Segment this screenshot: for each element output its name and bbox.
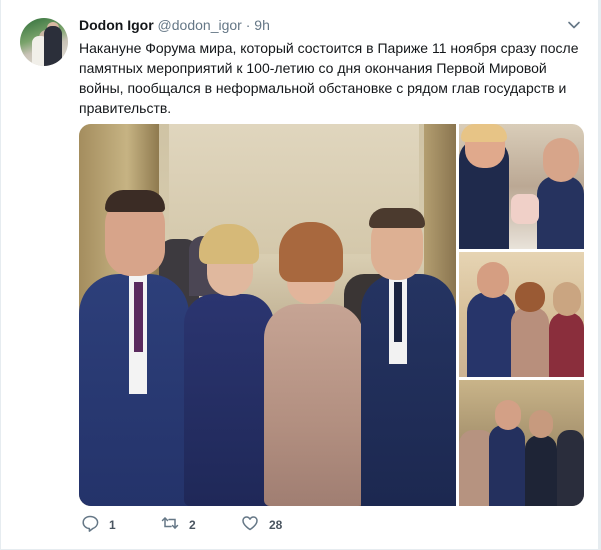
tweet-header: Dodon Igor @dodon_igor · 9h [79,15,270,35]
retweet-button[interactable]: 2 [161,514,196,535]
side-photo-3[interactable] [459,380,584,506]
author-handle[interactable]: @dodon_igor [158,17,242,33]
retweet-icon [161,514,179,535]
tweet-timestamp[interactable]: 9h [254,17,270,33]
media-grid [79,124,584,506]
reply-button[interactable]: 1 [81,514,116,535]
like-button[interactable]: 28 [241,514,282,535]
tweet-actions: 1 2 28 [79,514,479,538]
like-count: 28 [269,517,283,532]
chevron-down-icon[interactable] [567,18,581,32]
separator-dot: · [245,17,251,33]
reply-count: 1 [109,517,116,532]
author-name[interactable]: Dodon Igor [79,17,154,33]
heart-icon [241,514,259,535]
avatar[interactable] [20,18,68,66]
reply-icon [81,514,99,535]
tweet-card[interactable]: Dodon Igor @dodon_igor · 9h Накануне Фор… [0,0,599,549]
retweet-count: 2 [189,517,196,532]
main-photo[interactable] [79,124,456,506]
side-photo-2[interactable] [459,252,584,377]
tweet-text: Накануне Форума мира, который состоится … [79,40,579,116]
side-photo-1[interactable] [459,124,584,249]
